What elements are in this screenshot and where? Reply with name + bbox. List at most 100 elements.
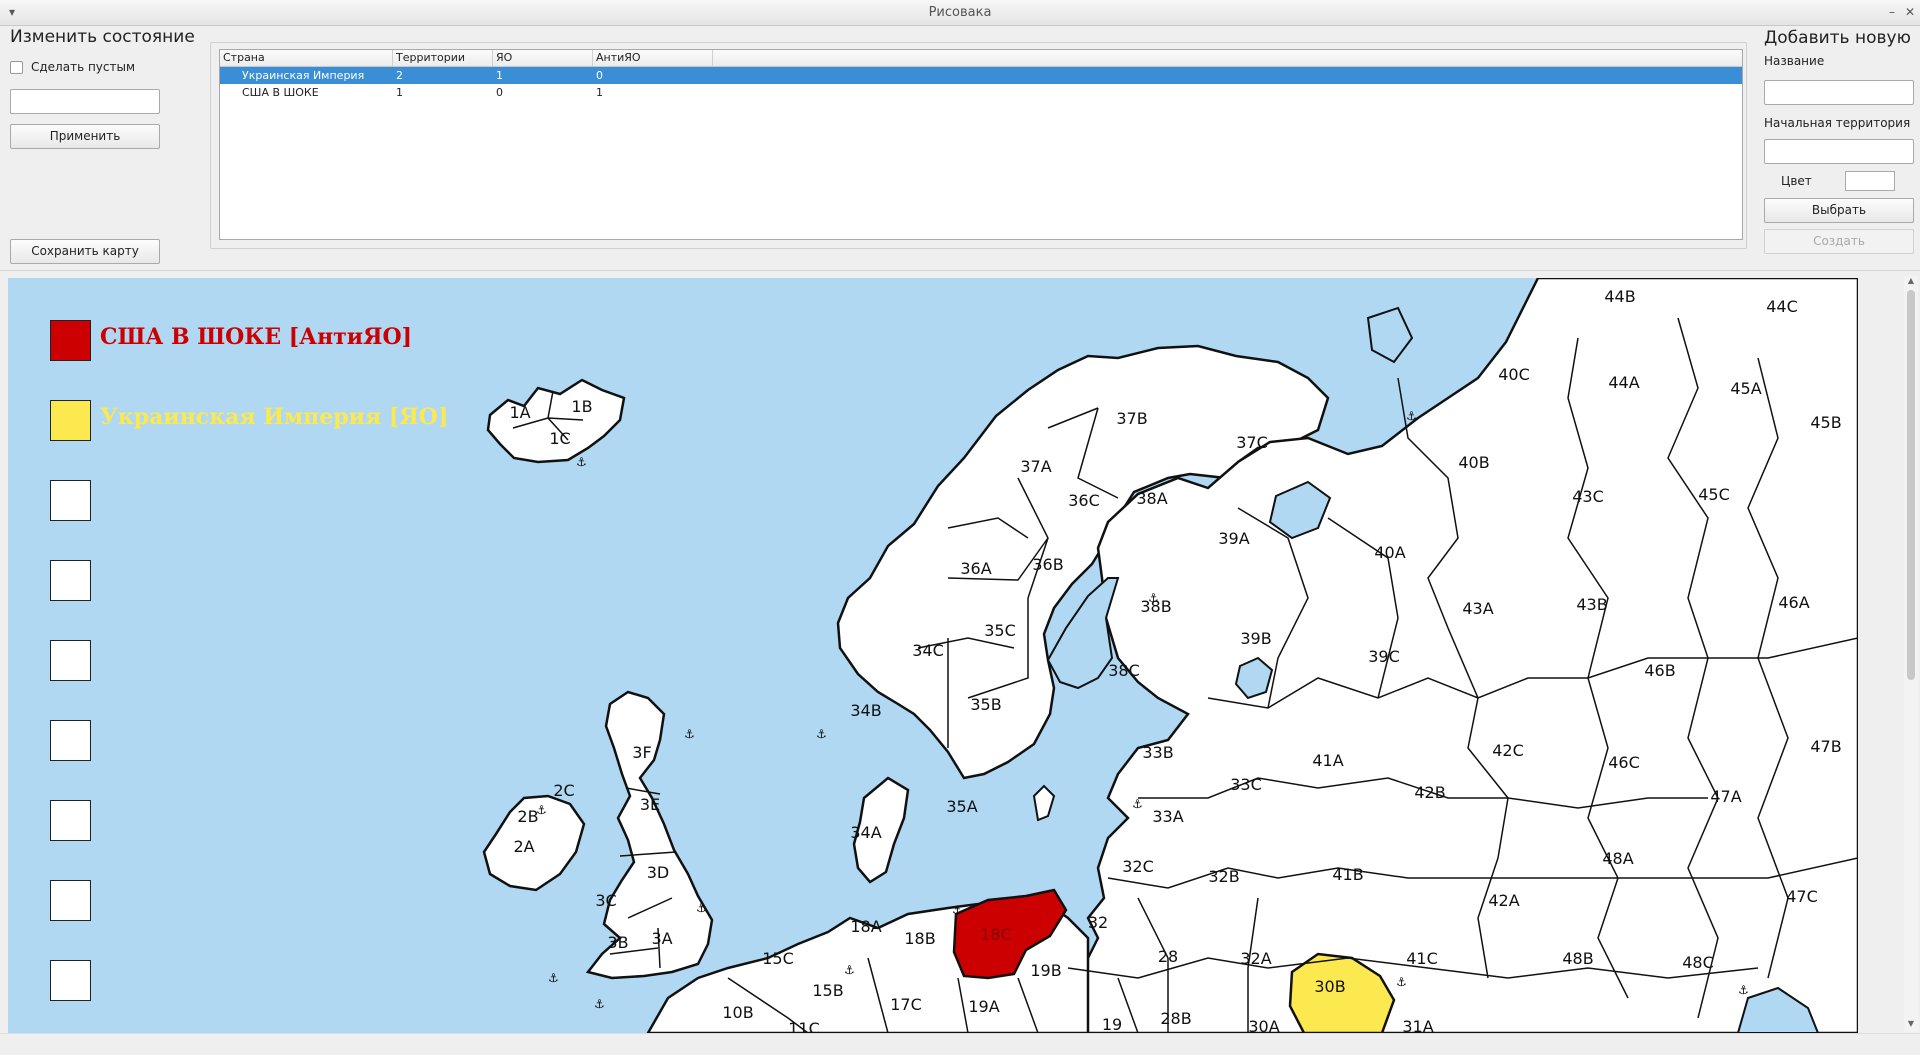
territory-label-1b[interactable]: 1B — [571, 397, 592, 416]
territory-label-19[interactable]: 19 — [1102, 1015, 1122, 1033]
territory-label-3e[interactable]: 3E — [640, 795, 660, 814]
territory-label-35b[interactable]: 35B — [970, 695, 1001, 714]
map-area[interactable]: 44B 44C 40C 44A 45A 45B 1A 1B 1C 37B 37C 40B 43C 45C 3… — [8, 278, 1904, 1033]
territory-label-46c[interactable]: 46C — [1608, 753, 1640, 772]
territory-label-1c[interactable]: 1C — [549, 429, 570, 448]
apply-button[interactable]: Применить — [10, 124, 160, 149]
state-input[interactable] — [10, 89, 160, 114]
territory-label-43b[interactable]: 43B — [1576, 595, 1607, 614]
choose-color-button[interactable]: Выбрать — [1764, 198, 1914, 223]
territory-label-43a[interactable]: 43A — [1462, 599, 1493, 618]
splitter[interactable] — [0, 270, 1920, 278]
territory-label-3b[interactable]: 3B — [607, 933, 628, 952]
territory-label-32a[interactable]: 32A — [1240, 949, 1271, 968]
territory-label-36a[interactable]: 36A — [960, 559, 991, 578]
name-field[interactable] — [1764, 80, 1914, 105]
territory-label-47c[interactable]: 47C — [1786, 887, 1818, 906]
scroll-down-icon[interactable]: ▼ — [1906, 1019, 1916, 1028]
territory-label-10b[interactable]: 10B — [722, 1003, 753, 1022]
territory-label-33a[interactable]: 33A — [1152, 807, 1183, 826]
territory-label-48b[interactable]: 48B — [1562, 949, 1593, 968]
column-yo[interactable]: ЯО — [493, 50, 593, 66]
territory-label-34c[interactable]: 34C — [912, 641, 944, 660]
territory-label-3a[interactable]: 3A — [651, 929, 672, 948]
territory-label-15c[interactable]: 15C — [762, 949, 794, 968]
territory-label-40c[interactable]: 40C — [1498, 365, 1530, 384]
save-map-button[interactable]: Сохранить карту — [10, 239, 160, 264]
territory-label-48a[interactable]: 48A — [1602, 849, 1633, 868]
territory-label-40b[interactable]: 40B — [1458, 453, 1489, 472]
territory-label-18b[interactable]: 18B — [904, 929, 935, 948]
territory-label-35a[interactable]: 35A — [946, 797, 977, 816]
territory-label-32[interactable]: 32 — [1088, 913, 1108, 932]
territory-label-3d[interactable]: 3D — [647, 863, 670, 882]
territory-label-34a[interactable]: 34A — [850, 823, 881, 842]
territory-label-47b[interactable]: 47B — [1810, 737, 1841, 756]
vertical-scrollbar[interactable]: ▲ ▼ — [1904, 276, 1918, 1033]
territory-label-45c[interactable]: 45C — [1698, 485, 1730, 504]
territory-label-38a[interactable]: 38A — [1136, 489, 1167, 508]
territory-label-44b[interactable]: 44B — [1604, 287, 1635, 306]
territory-label-37a[interactable]: 37A — [1020, 457, 1051, 476]
territory-label-47a[interactable]: 47A — [1710, 787, 1741, 806]
color-swatch[interactable] — [1845, 171, 1895, 191]
territory-label-28[interactable]: 28 — [1158, 947, 1178, 966]
territory-label-18a[interactable]: 18A — [850, 917, 881, 936]
territory-label-30b[interactable]: 30B — [1314, 977, 1345, 996]
table-row[interactable]: США В ШОКЕ 1 0 1 — [220, 84, 1742, 101]
territory-label-38c[interactable]: 38C — [1108, 661, 1140, 680]
start-territory-field[interactable] — [1764, 139, 1914, 164]
territory-label-19b[interactable]: 19B — [1030, 961, 1061, 980]
territory-label-35c[interactable]: 35C — [984, 621, 1016, 640]
territory-label-17c[interactable]: 17C — [890, 995, 922, 1014]
countries-table[interactable]: Страна Территории ЯО АнтиЯО Украинская И… — [219, 49, 1743, 240]
territory-label-44c[interactable]: 44C — [1766, 297, 1798, 316]
territory-label-42a[interactable]: 42A — [1488, 891, 1519, 910]
territory-label-48c[interactable]: 48C — [1682, 953, 1714, 972]
territory-label-42b[interactable]: 42B — [1414, 783, 1445, 802]
territory-label-42c[interactable]: 42C — [1492, 741, 1524, 760]
territory-label-45b[interactable]: 45B — [1810, 413, 1841, 432]
territory-label-3f[interactable]: 3F — [632, 743, 651, 762]
column-territories[interactable]: Территории — [393, 50, 493, 66]
minimize-icon[interactable]: – — [1884, 4, 1900, 20]
territory-label-37b[interactable]: 37B — [1116, 409, 1147, 428]
create-button[interactable]: Создать — [1764, 229, 1914, 254]
territory-label-33c[interactable]: 33C — [1230, 775, 1262, 794]
make-empty-checkbox[interactable] — [10, 60, 23, 74]
territory-label-28b[interactable]: 28B — [1160, 1009, 1191, 1028]
territory-label-15b[interactable]: 15B — [812, 981, 843, 1000]
territory-label-46a[interactable]: 46A — [1778, 593, 1809, 612]
territory-label-46b[interactable]: 46B — [1644, 661, 1675, 680]
close-icon[interactable]: ✕ — [1902, 4, 1918, 20]
territory-label-34b[interactable]: 34B — [850, 701, 881, 720]
territory-label-2c[interactable]: 2C — [553, 781, 574, 800]
territory-label-39a[interactable]: 39A — [1218, 529, 1249, 548]
territory-label-30a[interactable]: 30A — [1248, 1017, 1279, 1033]
territory-label-32c[interactable]: 32C — [1122, 857, 1154, 876]
territory-label-33b[interactable]: 33B — [1142, 743, 1173, 762]
territory-label-18c[interactable]: 18C — [980, 925, 1012, 944]
territory-label-40a[interactable]: 40A — [1374, 543, 1405, 562]
territory-label-44a[interactable]: 44A — [1608, 373, 1639, 392]
territory-label-41a[interactable]: 41A — [1312, 751, 1343, 770]
territory-label-39b[interactable]: 39B — [1240, 629, 1271, 648]
territory-label-32b[interactable]: 32B — [1208, 867, 1239, 886]
territory-label-37c[interactable]: 37C — [1236, 433, 1268, 452]
territory-label-31a[interactable]: 31A — [1402, 1017, 1433, 1033]
territory-label-45a[interactable]: 45A — [1730, 379, 1761, 398]
scroll-up-icon[interactable]: ▲ — [1906, 276, 1916, 285]
territory-label-36b[interactable]: 36B — [1032, 555, 1063, 574]
territory-label-41b[interactable]: 41B — [1332, 865, 1363, 884]
map-canvas[interactable]: 44B 44C 40C 44A 45A 45B 1A 1B1C 37B 37C 40B 43C 45C 3… — [8, 278, 1858, 1033]
territory-label-39c[interactable]: 39C — [1368, 647, 1400, 666]
territory-label-43c[interactable]: 43C — [1572, 487, 1604, 506]
territory-label-36c[interactable]: 36C — [1068, 491, 1100, 510]
territory-label-11c[interactable]: 11C — [788, 1019, 820, 1033]
territory-label-41c[interactable]: 41C — [1406, 949, 1438, 968]
make-empty-checkbox-row[interactable]: Сделать пустым — [10, 59, 135, 75]
table-row[interactable]: Украинская Империя 2 1 0 — [220, 67, 1742, 84]
column-antiyo[interactable]: АнтиЯО — [593, 50, 713, 66]
territory-label-2a[interactable]: 2A — [513, 837, 534, 856]
scrollbar-thumb[interactable] — [1907, 290, 1915, 680]
